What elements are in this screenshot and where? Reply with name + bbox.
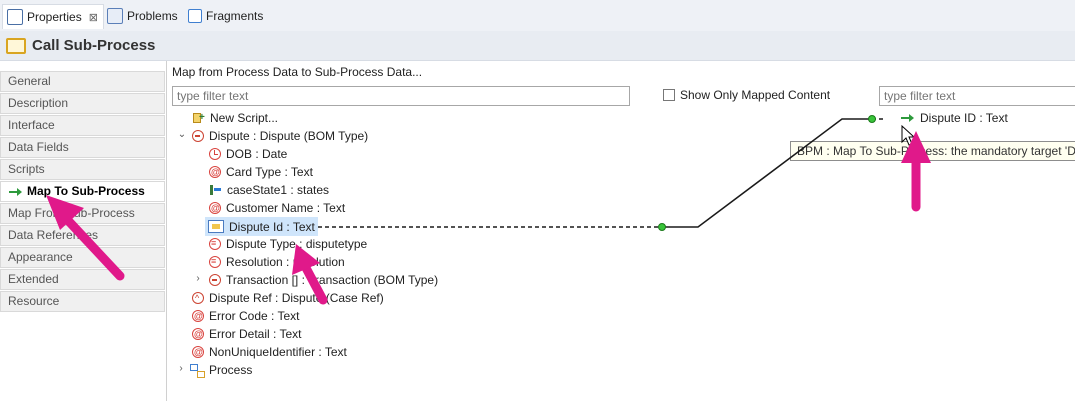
annotation-arrow-sidebar [46,195,125,281]
annotation-arrow-source [292,244,328,305]
mapping-overlay [46,115,931,305]
mapping-connector[interactable] [318,115,884,231]
annotation-arrow-target [901,131,931,212]
